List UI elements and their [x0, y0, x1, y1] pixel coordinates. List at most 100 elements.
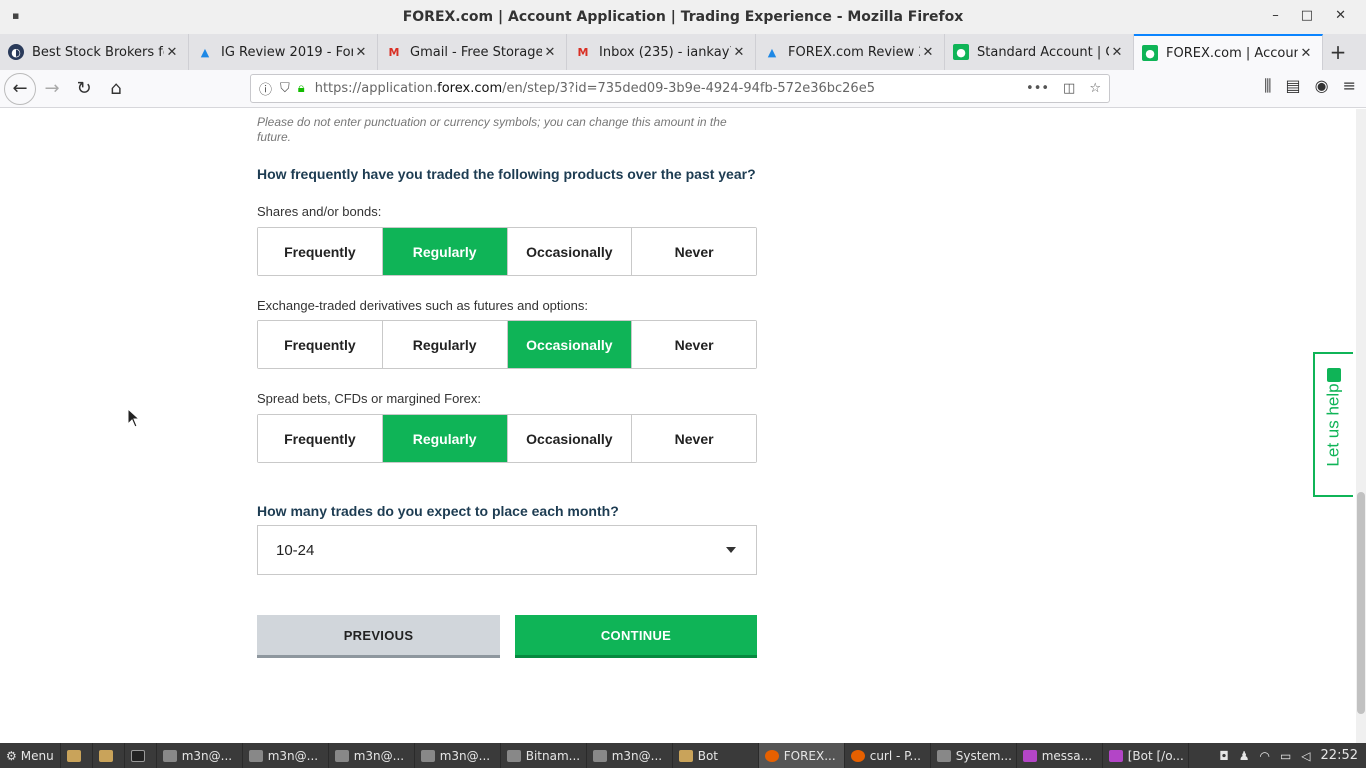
chat-icon [1327, 368, 1341, 382]
terminal-icon [130, 749, 145, 762]
close-tab-icon[interactable]: ✕ [1109, 45, 1125, 60]
account-icon[interactable]: ◉ [1315, 76, 1329, 96]
tab-label: FOREX.com | Account [1166, 45, 1298, 61]
tab[interactable]: ◐ Best Stock Brokers fo ✕ [0, 34, 189, 70]
taskbar-window[interactable]: Bot [673, 743, 759, 768]
home-icon[interactable]: ⌂ [100, 73, 132, 105]
reload-icon[interactable]: ↻ [68, 73, 100, 105]
trades-per-month-select[interactable]: 10-24 [257, 525, 757, 575]
library-icon[interactable]: ⫼ [1264, 76, 1271, 96]
launcher-files[interactable] [61, 743, 93, 768]
taskbar-window[interactable]: messa... [1017, 743, 1103, 768]
launcher-folder[interactable] [93, 743, 125, 768]
menu-label: Menu [20, 748, 54, 763]
maximize-icon[interactable]: □ [1301, 8, 1313, 23]
mouse-cursor-icon [127, 408, 141, 428]
shares-option-never[interactable]: Never [632, 228, 756, 275]
pocket-icon[interactable]: ◫ [1063, 81, 1075, 96]
tab[interactable]: M Gmail - Free Storage a ✕ [378, 34, 567, 70]
shares-option-frequently[interactable]: Frequently [258, 228, 383, 275]
wifi-icon[interactable]: ◠ [1259, 749, 1269, 763]
tab-label: Gmail - Free Storage a [410, 44, 542, 60]
taskbar-window[interactable]: curl - P... [845, 743, 931, 768]
close-tab-icon[interactable]: ✕ [1298, 46, 1314, 61]
taskbar-window[interactable]: m3n@... [415, 743, 501, 768]
volume-icon[interactable]: ◁ [1301, 749, 1310, 763]
tab[interactable]: ▲ IG Review 2019 - For ✕ [189, 34, 378, 70]
derivatives-option-frequently[interactable]: Frequently [258, 321, 383, 368]
back-icon[interactable]: ← [4, 72, 36, 105]
derivatives-frequency-selector: Frequently Regularly Occasionally Never [257, 320, 757, 369]
tab-active[interactable]: ● FOREX.com | Account ✕ [1134, 34, 1323, 70]
clock[interactable]: 22:52 [1321, 748, 1358, 763]
previous-button[interactable]: PREVIOUS [257, 615, 500, 658]
battery-icon[interactable]: ▭ [1280, 749, 1291, 763]
user-icon[interactable]: ♟ [1239, 749, 1250, 763]
close-tab-icon[interactable]: ✕ [164, 45, 180, 60]
tab-label: Inbox (235) - iankay7 [599, 44, 731, 60]
scrollbar-thumb[interactable] [1357, 492, 1365, 714]
taskbar-window-label: FOREX... [783, 748, 836, 763]
taskbar-window[interactable]: m3n@... [243, 743, 329, 768]
close-tab-icon[interactable]: ✕ [353, 45, 369, 60]
taskbar-window[interactable]: System... [931, 743, 1017, 768]
info-icon[interactable]: ⓘ [259, 79, 272, 98]
taskbar-window-label: messa... [1041, 748, 1093, 763]
page-actions-icon[interactable]: ••• [1026, 81, 1049, 96]
launcher-terminal[interactable] [125, 743, 157, 768]
taskbar-window[interactable]: m3n@... [329, 743, 415, 768]
forward-icon[interactable]: → [36, 73, 68, 105]
derivatives-label: Exchange-traded derivatives such as futu… [257, 298, 588, 313]
spread-bets-option-occasionally[interactable]: Occasionally [507, 415, 633, 462]
url-domain: forex.com [437, 81, 503, 96]
new-tab-icon[interactable]: + [1323, 34, 1353, 70]
taskbar-window[interactable]: Bitnam... [501, 743, 587, 768]
taskbar-window[interactable]: m3n@... [157, 743, 243, 768]
close-tab-icon[interactable]: ✕ [920, 45, 936, 60]
window-menu-icon[interactable]: ▪ [12, 9, 19, 22]
spread-bets-option-never[interactable]: Never [632, 415, 756, 462]
document-icon [506, 749, 521, 762]
trades-select-value: 10-24 [276, 541, 315, 559]
shield-icon[interactable]: ⛉ [280, 81, 290, 96]
spread-bets-option-regularly[interactable]: Regularly [382, 415, 508, 462]
firefox-icon [850, 749, 865, 762]
terminal-icon [162, 749, 177, 762]
url-text[interactable]: https://application.forex.com/en/step/3?… [315, 81, 875, 96]
close-tab-icon[interactable]: ✕ [542, 45, 558, 60]
minimize-icon[interactable]: – [1272, 8, 1279, 23]
bookmark-star-icon[interactable]: ☆ [1089, 81, 1101, 96]
taskbar-window[interactable]: m3n@... [587, 743, 673, 768]
triangle-favicon-icon: ▲ [200, 45, 210, 59]
tab-strip: ◐ Best Stock Brokers fo ✕ ▲ IG Review 20… [0, 34, 1366, 70]
window-titlebar: ▪ FOREX.com | Account Application | Trad… [0, 0, 1366, 34]
gmail-favicon-icon: M [577, 45, 589, 59]
taskbar-window-active[interactable]: FOREX... [758, 743, 845, 768]
sidebar-icon[interactable]: ▤ [1286, 76, 1301, 96]
folder-icon [66, 749, 81, 762]
tab[interactable]: ▲ FOREX.com Review 2( ✕ [756, 34, 945, 70]
taskbar-window[interactable]: [Bot [/o... [1103, 743, 1189, 768]
shares-option-occasionally[interactable]: Occasionally [507, 228, 633, 275]
derivatives-option-regularly[interactable]: Regularly [382, 321, 508, 368]
hamburger-menu-icon[interactable]: ≡ [1343, 76, 1356, 96]
url-bar[interactable]: ⓘ ⛉ 🔒︎ https://application.forex.com/en/… [250, 74, 1110, 103]
shares-frequency-selector: Frequently Regularly Occasionally Never [257, 227, 757, 276]
taskbar: ⚙ Menu m3n@... m3n@... m3n@... m3n@... Bi… [0, 743, 1366, 768]
close-tab-icon[interactable]: ✕ [731, 45, 747, 60]
start-menu-button[interactable]: ⚙ Menu [0, 743, 61, 768]
close-window-icon[interactable]: ✕ [1335, 8, 1346, 23]
shares-option-regularly[interactable]: Regularly [382, 228, 508, 275]
tab[interactable]: M Inbox (235) - iankay7 ✕ [567, 34, 756, 70]
forex-favicon-icon: ● [1142, 45, 1158, 61]
trades-question: How many trades do you expect to place e… [257, 503, 619, 519]
derivatives-option-never[interactable]: Never [632, 321, 756, 368]
taskbar-window-label: m3n@... [353, 748, 405, 763]
tray-app-icon[interactable]: ◘ [1219, 749, 1229, 763]
spread-bets-option-frequently[interactable]: Frequently [258, 415, 383, 462]
chevron-down-icon [726, 547, 736, 553]
continue-button[interactable]: CONTINUE [515, 615, 757, 658]
tab[interactable]: ● Standard Account | C ✕ [945, 34, 1134, 70]
derivatives-option-occasionally[interactable]: Occasionally [507, 321, 633, 368]
let-us-help-tab[interactable]: Let us help [1313, 352, 1353, 497]
